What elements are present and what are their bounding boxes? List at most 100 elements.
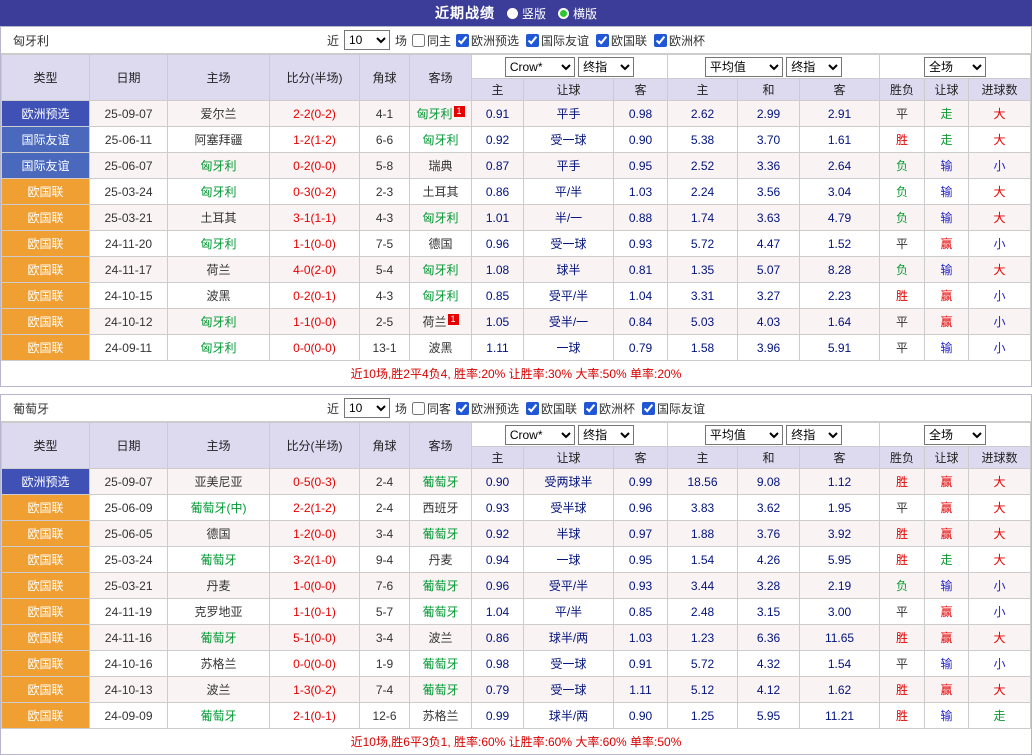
scope-select[interactable]: 全场 (924, 425, 986, 445)
match-date: 24-11-17 (90, 257, 168, 283)
competition-checkbox[interactable]: 欧国联 (596, 32, 647, 49)
odds-time-select[interactable]: 终指 (578, 57, 634, 77)
col-header-away-odds: 客 (614, 79, 668, 101)
competition-checkbox[interactable]: 欧洲预选 (456, 400, 519, 417)
layout-radio-horizontal[interactable]: 横版 (558, 5, 597, 22)
avg-home-odds: 5.72 (668, 231, 738, 257)
competition-checkbox-input[interactable] (654, 34, 667, 47)
avg-draw-odds: 3.96 (738, 335, 800, 361)
competition-checkbox-input[interactable] (642, 402, 655, 415)
avg-home-odds: 2.52 (668, 153, 738, 179)
col-header-type: 类型 (2, 55, 90, 101)
handicap-away-odds: 0.91 (614, 651, 668, 677)
competition-checkbox-input[interactable] (596, 34, 609, 47)
avg-home-odds: 1.23 (668, 625, 738, 651)
score-halftime: 5-1(0-0) (270, 625, 360, 651)
radio-vertical-label: 竖版 (522, 5, 546, 22)
odds-company-select[interactable]: Crow* (505, 425, 575, 445)
handicap-line: 一球 (524, 547, 614, 573)
away-team: 苏格兰 (410, 703, 472, 729)
team-label: 葡萄牙 (422, 657, 458, 671)
col-header-handicap-result: 让球 (925, 447, 969, 469)
competition-checkbox-input[interactable] (526, 34, 539, 47)
handicap-result: 输 (925, 257, 969, 283)
competition-checkbox[interactable]: 欧洲预选 (456, 32, 519, 49)
same-venue-checkbox-input[interactable] (412, 34, 425, 47)
avg-draw-odds: 4.32 (738, 651, 800, 677)
team-label: 德国 (206, 527, 230, 541)
col-header-avg-draw: 和 (738, 447, 800, 469)
goals-over-under-result: 小 (969, 283, 1031, 309)
col-header-home: 主场 (168, 423, 270, 469)
handicap-result: 赢 (925, 495, 969, 521)
games-count-select[interactable]: 10 (344, 30, 390, 50)
average-time-select[interactable]: 终指 (786, 57, 842, 77)
home-team: 荷兰 (168, 257, 270, 283)
goals-over-under-result: 走 (969, 703, 1031, 729)
away-team: 丹麦 (410, 547, 472, 573)
handicap-away-odds: 0.88 (614, 205, 668, 231)
corners: 5-8 (360, 153, 410, 179)
avg-home-odds: 18.56 (668, 469, 738, 495)
corners: 7-5 (360, 231, 410, 257)
average-odds-select[interactable]: 平均值 (705, 57, 783, 77)
competition-checkbox[interactable]: 国际友谊 (526, 32, 589, 49)
avg-draw-odds: 5.07 (738, 257, 800, 283)
handicap-odds-controls: Crow* 终指 (472, 55, 668, 79)
match-rows: 欧洲预选25-09-07亚美尼亚0-5(0-3)2-4葡萄牙0.90受两球半0.… (2, 469, 1031, 729)
competition-type-badge: 欧国联 (2, 179, 90, 205)
games-count-select[interactable]: 10 (344, 398, 390, 418)
handicap-home-odds: 0.96 (472, 573, 524, 599)
competition-checkbox-input[interactable] (456, 34, 469, 47)
avg-home-odds: 3.83 (668, 495, 738, 521)
win-draw-loss-result: 胜 (880, 625, 925, 651)
odds-company-select[interactable]: Crow* (505, 57, 575, 77)
home-team: 苏格兰 (168, 651, 270, 677)
corners: 3-4 (360, 625, 410, 651)
competition-checkbox-input[interactable] (456, 402, 469, 415)
home-team: 爱尔兰 (168, 101, 270, 127)
competition-checkbox[interactable]: 欧洲杯 (654, 32, 705, 49)
competition-checkbox[interactable]: 国际友谊 (642, 400, 705, 417)
same-venue-checkbox[interactable]: 同客 (412, 400, 451, 417)
odds-time-select[interactable]: 终指 (578, 425, 634, 445)
corners: 1-9 (360, 651, 410, 677)
competition-type-badge: 欧洲预选 (2, 469, 90, 495)
average-odds-select[interactable]: 平均值 (705, 425, 783, 445)
competition-checkbox[interactable]: 欧洲杯 (584, 400, 635, 417)
handicap-result: 赢 (925, 521, 969, 547)
away-team: 荷兰1 (410, 309, 472, 335)
same-venue-checkbox[interactable]: 同主 (412, 32, 451, 49)
home-team: 阿塞拜疆 (168, 127, 270, 153)
competition-checkbox-input[interactable] (526, 402, 539, 415)
home-team: 葡萄牙 (168, 703, 270, 729)
team-label: 克罗地亚 (194, 605, 242, 619)
avg-away-odds: 5.95 (800, 547, 880, 573)
avg-home-odds: 3.44 (668, 573, 738, 599)
corners: 3-4 (360, 521, 410, 547)
team-label: 葡萄牙(中) (191, 501, 247, 515)
scope-select[interactable]: 全场 (924, 57, 986, 77)
same-venue-checkbox-input[interactable] (412, 402, 425, 415)
filter-bar: 匈牙利 近 10 场 同主 欧洲预选国际友谊欧国联欧洲杯 (1, 27, 1031, 54)
handicap-home-odds: 0.86 (472, 179, 524, 205)
average-time-select[interactable]: 终指 (786, 425, 842, 445)
team-label: 匈牙利 (200, 237, 236, 251)
goals-over-under-result: 小 (969, 573, 1031, 599)
handicap-home-odds: 0.87 (472, 153, 524, 179)
layout-radio-vertical[interactable]: 竖版 (507, 5, 546, 22)
match-date: 24-10-13 (90, 677, 168, 703)
score-halftime: 0-2(0-1) (270, 283, 360, 309)
col-header-home-odds: 主 (472, 79, 524, 101)
handicap-home-odds: 1.01 (472, 205, 524, 231)
away-team: 西班牙 (410, 495, 472, 521)
home-team: 亚美尼亚 (168, 469, 270, 495)
avg-draw-odds: 3.28 (738, 573, 800, 599)
avg-home-odds: 2.24 (668, 179, 738, 205)
handicap-away-odds: 0.81 (614, 257, 668, 283)
match-row: 欧国联24-11-17荷兰4-0(2-0)5-4匈牙利1.08球半0.811.3… (2, 257, 1031, 283)
competition-checkbox-input[interactable] (584, 402, 597, 415)
table-controls-row: 类型 日期 主场 比分(半场) 角球 客场 Crow* 终指 平均值 终指 (2, 423, 1031, 447)
competition-checkbox[interactable]: 欧国联 (526, 400, 577, 417)
match-row: 欧国联25-03-24匈牙利0-3(0-2)2-3土耳其0.86平/半1.032… (2, 179, 1031, 205)
